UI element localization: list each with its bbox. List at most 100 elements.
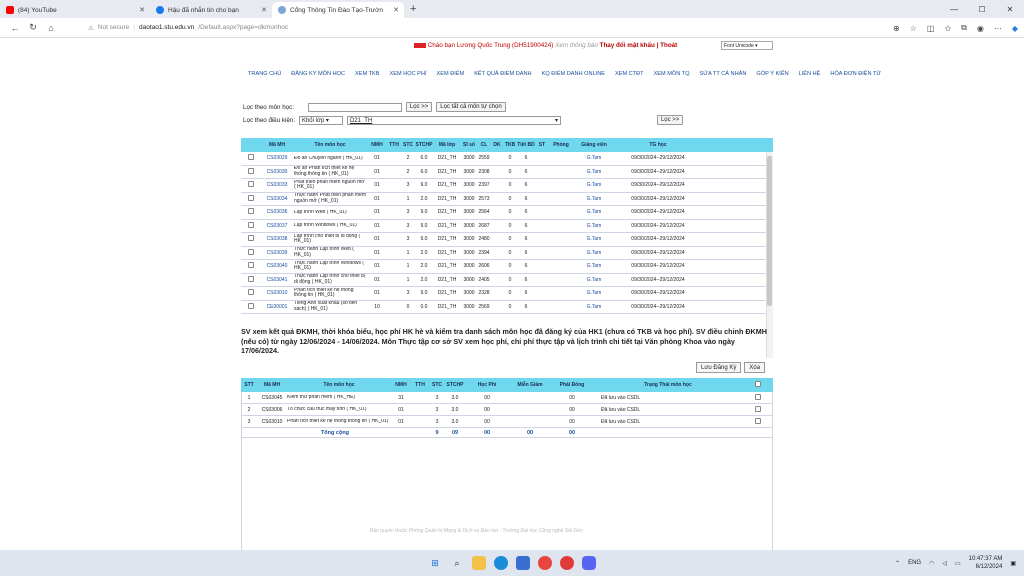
nav-item[interactable]: TRANG CHỦ [248, 71, 281, 77]
account-links[interactable]: Thay đổi mật khẩu | Thoát [600, 42, 678, 49]
nav-item[interactable]: KẾT QUẢ ĐIỂM DANH [474, 71, 531, 77]
save-registration-button[interactable]: Lưu Đăng Ký [696, 362, 742, 373]
nav-item[interactable]: SỬA TT CÁ NHÂN [700, 71, 747, 77]
row-checkbox[interactable] [241, 167, 261, 176]
checkbox[interactable] [248, 154, 254, 161]
notification-icon[interactable]: ▣ [1010, 560, 1016, 567]
nav-item[interactable]: LIÊN HỆ [799, 71, 821, 77]
checkbox[interactable] [755, 381, 761, 387]
subject-input[interactable] [307, 102, 402, 112]
checkbox[interactable] [248, 235, 254, 242]
chevron-up-icon[interactable]: ⌃ [895, 560, 900, 567]
nav-item[interactable]: XEM ĐIỂM [437, 71, 465, 77]
edge-icon[interactable] [494, 556, 508, 570]
star-icon[interactable]: ☆ [910, 24, 917, 33]
table-row[interactable]: CS03040 Thực hành Lập trình Windows ( HK_… [241, 260, 766, 274]
copilot-icon[interactable]: ◆ [1012, 24, 1018, 33]
row-checkbox[interactable] [241, 262, 261, 270]
row-checkbox[interactable] [241, 181, 261, 189]
checkbox[interactable] [248, 275, 254, 282]
row-checkbox[interactable] [743, 393, 773, 402]
nav-item[interactable]: XEM TKB [355, 71, 379, 77]
table-row[interactable]: CS03029 Đồ án Chuyên ngành ( HK_01) 01 2 6.0… [241, 152, 766, 166]
checkbox[interactable] [248, 248, 254, 255]
checkbox[interactable] [248, 262, 254, 269]
chrome-icon[interactable] [538, 556, 552, 570]
wifi-icon[interactable]: ◠ [929, 560, 934, 567]
volume-icon[interactable]: ◁ [942, 560, 947, 567]
select-all-checkbox[interactable] [743, 381, 773, 389]
new-tab-button[interactable]: + [410, 3, 416, 15]
row-checkbox[interactable] [241, 194, 261, 203]
table-row[interactable]: CS03041 Thực hành Lập trình cho thiết bị … [241, 274, 766, 287]
table-row[interactable]: CS03038 Lập trình cho thiết bị di động ( … [241, 233, 766, 247]
close-icon[interactable]: ✕ [261, 6, 267, 14]
row-checkbox[interactable] [241, 289, 261, 297]
nav-item[interactable]: XEM MÔN TQ [654, 71, 690, 77]
split-icon[interactable]: ◫ [927, 24, 935, 33]
row-checkbox[interactable] [241, 302, 261, 311]
store-icon[interactable] [516, 556, 530, 570]
row-checkbox[interactable] [241, 154, 261, 162]
table-row[interactable]: CS03037 Lập trình Windows ( HK_01) 01 3 9.0 D… [241, 220, 766, 233]
minimize-icon[interactable]: — [940, 5, 968, 14]
row-checkbox[interactable] [241, 235, 261, 243]
filter-subject-button[interactable]: Lọc >> [405, 102, 433, 112]
checkbox[interactable] [248, 167, 254, 174]
clock[interactable]: 10:47:37 AM 6/12/2024 [969, 555, 1003, 571]
row-checkbox[interactable] [241, 275, 261, 284]
home-icon[interactable]: ⌂ [42, 23, 60, 33]
table-row[interactable]: CE00001 Tiếng Anh xuất khẩu (số tiền sách… [241, 301, 766, 314]
scrollbar-thumb[interactable] [767, 156, 772, 306]
menu-icon[interactable]: ⋯ [994, 24, 1002, 33]
file-explorer-icon[interactable] [472, 556, 486, 570]
checkbox[interactable] [248, 221, 254, 228]
checkbox[interactable] [755, 405, 761, 412]
close-icon[interactable]: ✕ [139, 6, 145, 14]
nav-item[interactable]: XEM CTĐT [615, 71, 644, 77]
start-icon[interactable]: ⊞ [428, 556, 442, 570]
zoom-icon[interactable]: ⊕ [893, 24, 900, 33]
pinterest-icon[interactable] [560, 556, 574, 570]
search-icon[interactable]: ⌕ [450, 556, 464, 570]
class-select[interactable]: D21_TH ▾ [346, 115, 561, 125]
tab-youtube[interactable]: (84) YouTube ✕ [0, 2, 150, 18]
delete-button[interactable]: Xóa [744, 362, 766, 373]
collections-icon[interactable]: ⧉ [961, 23, 967, 33]
nav-item[interactable]: GÓP Ý KIẾN [756, 71, 788, 77]
battery-icon[interactable]: ▭ [955, 560, 961, 567]
row-checkbox[interactable] [743, 417, 773, 426]
filter-condition-button[interactable]: Lọc >> [656, 115, 684, 125]
condition-select[interactable]: Khối lớp ▾ [298, 115, 343, 125]
back-icon[interactable]: ← [6, 23, 24, 33]
maximize-icon[interactable]: ☐ [968, 5, 996, 14]
checkbox[interactable] [248, 194, 254, 201]
tab-messenger[interactable]: Hậu đã nhắn tin cho bạn ✕ [150, 2, 272, 18]
row-checkbox[interactable] [241, 248, 261, 257]
table-row[interactable]: CS03036 Lập trình Web ( HK_01) 01 3 9.0 D21_T… [241, 206, 766, 220]
discord-icon[interactable] [582, 556, 596, 570]
reload-icon[interactable]: ↻ [24, 22, 42, 33]
table-row[interactable]: CS03034 Thực hành Phát triển phần mềm ngu… [241, 193, 766, 206]
close-window-icon[interactable]: ✕ [996, 5, 1024, 14]
favorites-icon[interactable]: ✩ [944, 24, 951, 33]
profile-icon[interactable]: ◉ [977, 24, 984, 33]
nav-item[interactable]: XEM HỌC PHÍ [390, 71, 427, 77]
table-row[interactable]: CS03039 Thực hành Lập trình Web ( HK_01) 0… [241, 247, 766, 260]
close-icon[interactable]: ✕ [393, 6, 399, 14]
checkbox[interactable] [248, 289, 254, 296]
row-checkbox[interactable] [241, 208, 261, 216]
table-row[interactable]: CS03030 Đồ án Phân tích thiết kế hệ thống… [241, 166, 766, 179]
filter-all-button[interactable]: Lọc tất cả môn tự chọn [436, 102, 506, 112]
url-field[interactable]: ⚠ Not secure | daotao1.stu.edu.vn/Defaul… [88, 24, 288, 32]
nav-item[interactable]: HÓA ĐƠN ĐIỆN TỬ [830, 71, 881, 77]
table-row[interactable]: CS03010 Phân tích thiết kế hệ thống thông… [241, 287, 766, 301]
language-indicator[interactable]: ENG [908, 560, 921, 566]
table-row[interactable]: CS03033 Phát triển phần mềm nguồn mở ( HK… [241, 179, 766, 193]
checkbox[interactable] [248, 181, 254, 188]
notice-link[interactable]: Xem thông báo [555, 42, 598, 49]
checkbox[interactable] [248, 208, 254, 215]
nav-item[interactable]: ĐĂNG KÝ MÔN HỌC [291, 71, 345, 77]
checkbox[interactable] [755, 417, 761, 424]
row-checkbox[interactable] [241, 221, 261, 230]
